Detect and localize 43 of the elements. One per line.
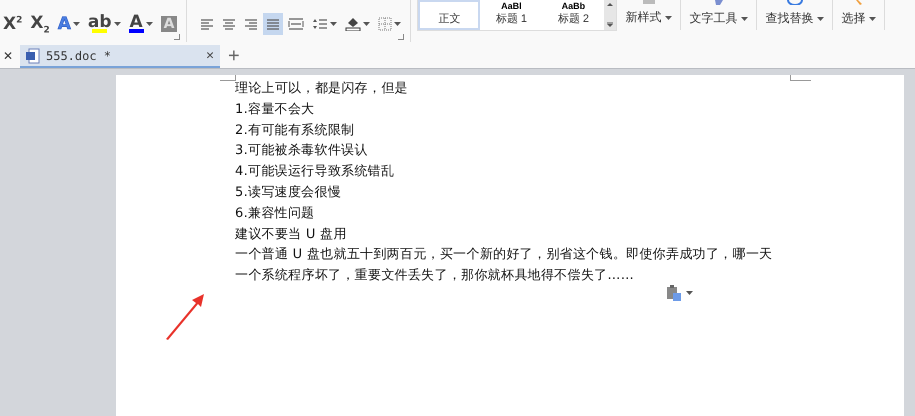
paragraph: 6.兼容性问题	[235, 204, 316, 223]
paragraph: 2.有可能有系统限制	[235, 122, 356, 140]
close-icon[interactable]: ✕	[206, 48, 214, 63]
highlight-button[interactable]: ab	[84, 12, 124, 36]
paragraph: 4.可能误运行导致系统错乱	[235, 163, 396, 182]
superscript-button[interactable]: X$^{2}$	[0, 12, 26, 36]
paragraph: 建议不要当 U 盘用	[235, 226, 348, 244]
align-left-icon	[200, 18, 214, 30]
paragraph: 3.可能被杀毒软件误认	[235, 142, 369, 160]
find-replace-button[interactable]: 查找替换	[757, 0, 834, 30]
paste-options-button[interactable]	[666, 285, 693, 301]
justify-button[interactable]	[263, 13, 284, 35]
dialog-launcher-icon[interactable]	[398, 34, 404, 40]
caret-icon	[686, 291, 693, 295]
annotation-arrow	[163, 293, 205, 341]
clipboard-icon	[666, 285, 681, 301]
align-center-icon	[222, 18, 236, 30]
caret-icon	[665, 16, 672, 20]
paragraph: 理论上可以，都是闪存，但是	[235, 80, 409, 98]
paragraph: 一个普通 U 盘也就五十到两百元，买一个新的好了，别省这个钱。即使你弄成功了，哪一天一个系统程序坏了，重要文件丢失了，那你就杯具地得不偿失了……	[235, 246, 774, 286]
document-tab[interactable]: 555.doc * ✕	[20, 45, 220, 68]
align-right-icon	[244, 18, 258, 30]
paint-bucket-icon	[345, 17, 362, 31]
line-spacing-icon	[312, 18, 328, 30]
margin-mark	[790, 75, 811, 81]
style-option[interactable]: 正文	[418, 0, 480, 30]
caret-icon	[869, 16, 876, 20]
paragraph: 5.读写速度会很慢	[235, 184, 342, 202]
subscript-button[interactable]: X$_{2}$	[27, 12, 53, 36]
document-icon	[26, 48, 40, 64]
text-effect-button[interactable]: A	[54, 12, 83, 36]
text-tools-button[interactable]: 文字工具	[681, 0, 758, 30]
caret-icon	[741, 16, 748, 20]
caret-icon	[817, 16, 824, 20]
borders-icon	[378, 17, 392, 31]
select-button[interactable]: 选择	[833, 0, 886, 30]
font-color-button[interactable]: A	[126, 12, 156, 36]
paragraph: 1.容量不会大	[235, 100, 316, 119]
new-style-button[interactable]: 新样式	[617, 0, 682, 30]
distributed-icon	[288, 18, 304, 30]
dialog-launcher-icon[interactable]	[174, 34, 180, 40]
margin-mark	[220, 75, 236, 81]
justify-icon	[266, 18, 280, 30]
